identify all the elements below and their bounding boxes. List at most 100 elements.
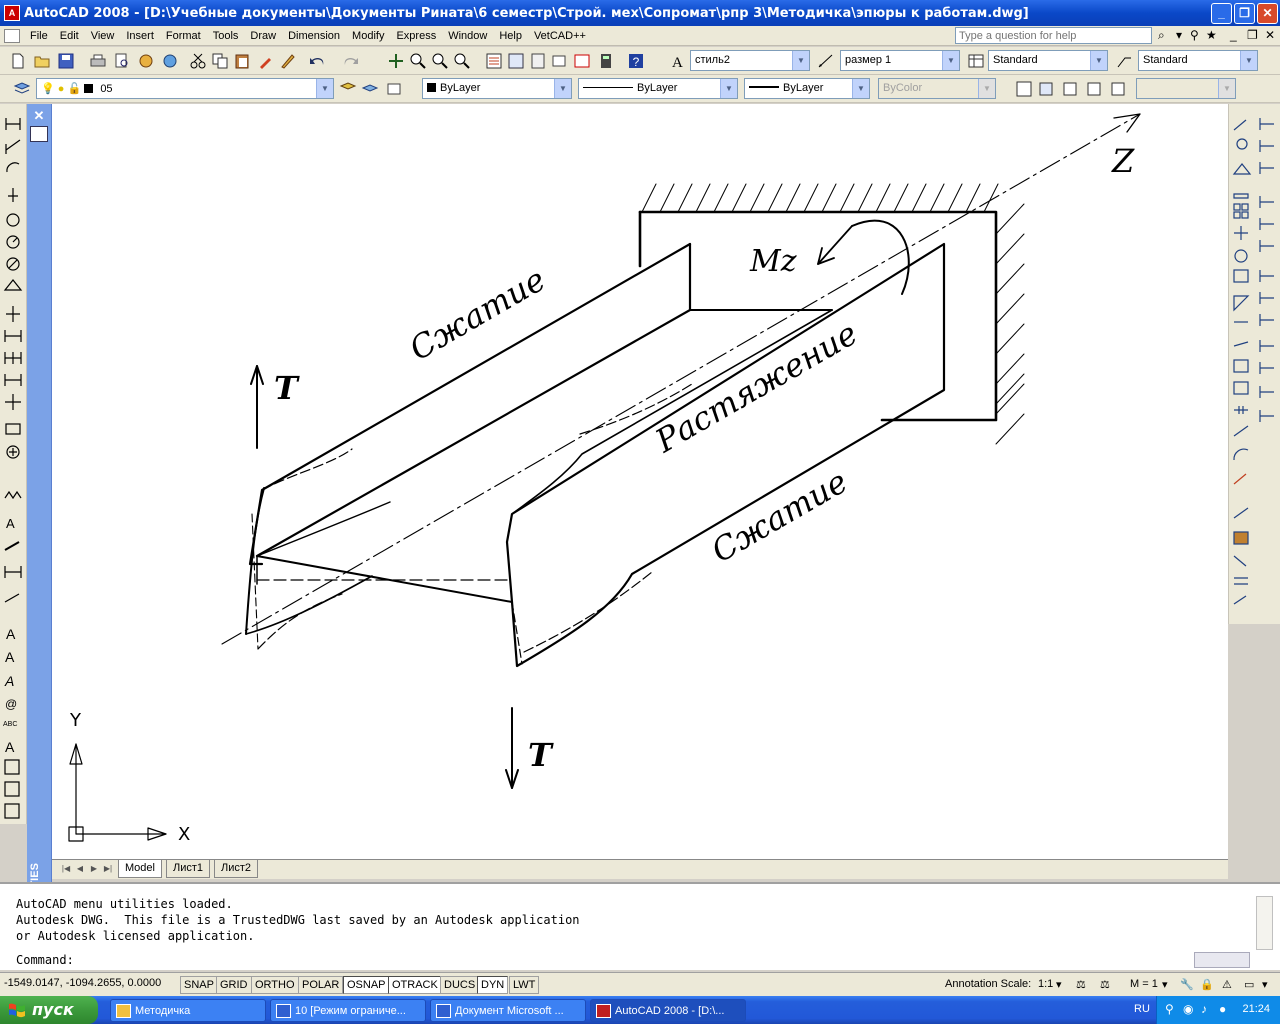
menu-dimension[interactable]: Dimension — [282, 27, 346, 45]
color-combo[interactable]: ByLayer ▼ — [422, 78, 572, 99]
status-tray-icon[interactable]: ⚠ — [1222, 978, 1232, 991]
scale-text-icon[interactable] — [3, 758, 23, 778]
save-icon[interactable] — [56, 51, 76, 71]
clean-screen-icon[interactable]: ▭ — [1244, 978, 1254, 991]
apply-ucs-icon[interactable] — [1259, 406, 1279, 426]
menu-vetcad[interactable]: VetCAD++ — [528, 27, 592, 45]
layer-previous-icon[interactable] — [360, 79, 380, 99]
make-object-layer-current-icon[interactable] — [338, 79, 358, 99]
text-style-icon[interactable]: A — [668, 51, 688, 71]
multileader-style-combo[interactable]: Standard ▼ — [1138, 50, 1258, 71]
tab-last-icon[interactable]: ▶| — [102, 862, 114, 876]
dimension-text-edit-icon[interactable] — [3, 534, 23, 554]
stretch-icon[interactable] — [1233, 292, 1253, 312]
menu-insert[interactable]: Insert — [120, 27, 160, 45]
undo-icon[interactable] — [308, 51, 328, 71]
design-center-icon[interactable] — [506, 51, 526, 71]
align-leaders-icon[interactable] — [1233, 572, 1253, 592]
drawing-canvas[interactable]: Z Mz T T Сжатие Растяжение Сжатие Y X — [52, 104, 1228, 859]
multileader-icon[interactable] — [1233, 506, 1253, 526]
tab-prev-icon[interactable]: ◀ — [74, 862, 86, 876]
layer-combo[interactable]: 💡 ● 🔓 05 ▼ — [36, 78, 334, 99]
cursor-coordinates[interactable]: -1549.0147, -1094.2655, 0.0000 — [4, 977, 161, 989]
layer-manager-icon[interactable] — [12, 79, 32, 99]
task-word-doc-2[interactable]: Документ Microsoft ... — [430, 999, 586, 1022]
ucs-icon[interactable] — [1259, 114, 1279, 134]
offset-icon[interactable] — [1233, 184, 1253, 204]
table-style-icon[interactable] — [966, 51, 986, 71]
angular-dimension-icon[interactable] — [3, 276, 23, 296]
ucs-z-icon[interactable] — [1259, 382, 1279, 402]
chevron-down-icon[interactable]: ▼ — [942, 51, 959, 70]
match-properties-icon[interactable] — [256, 51, 276, 71]
linetype-combo[interactable]: ByLayer ▼ — [578, 78, 738, 99]
dim-style-icon[interactable] — [816, 51, 836, 71]
palette-options-icon[interactable] — [30, 126, 48, 142]
text-style-combo[interactable]: стиль2 ▼ — [690, 50, 810, 71]
ucs-object-icon[interactable] — [1259, 214, 1279, 234]
join-icon[interactable] — [1233, 402, 1253, 422]
network-icon[interactable]: ⚲ — [1165, 1002, 1174, 1016]
sheet-set-icon[interactable] — [550, 51, 570, 71]
viewport-object-icon[interactable] — [1060, 79, 1080, 99]
doc-restore-button[interactable]: ❐ — [1247, 28, 1258, 42]
tab-sheet1[interactable]: Лист1 — [166, 860, 211, 878]
favorites-star-icon[interactable]: ★ — [1206, 28, 1217, 42]
document-icon[interactable] — [4, 28, 20, 43]
publish-icon[interactable] — [136, 51, 156, 71]
menu-draw[interactable]: Draw — [244, 27, 282, 45]
extend-icon[interactable] — [1233, 336, 1253, 356]
ucs-previous-icon[interactable] — [1259, 158, 1279, 178]
command-prompt[interactable]: Command: — [16, 952, 74, 968]
chevron-down-icon[interactable]: ▼ — [1090, 51, 1107, 70]
mirror-icon[interactable] — [1233, 160, 1253, 180]
chevron-down-icon[interactable]: ▾ — [1162, 978, 1168, 991]
chevron-down-icon[interactable]: ▼ — [792, 51, 809, 70]
ucs-x-icon[interactable] — [1259, 336, 1279, 356]
properties-palette[interactable]: ✕ PROPERTIES — [27, 104, 52, 970]
osnap-toggle[interactable]: OSNAP — [343, 976, 390, 994]
jogged-linear-icon[interactable] — [3, 486, 23, 506]
communication-center-icon[interactable]: ⚲ — [1190, 28, 1199, 42]
ucs-y-icon[interactable] — [1259, 358, 1279, 378]
viewport-clip-icon[interactable] — [1084, 79, 1104, 99]
lineweight-combo[interactable]: ByLayer ▼ — [744, 78, 870, 99]
aligned-dimension-icon[interactable] — [3, 136, 23, 156]
menu-format[interactable]: Format — [160, 27, 207, 45]
ucs-face-icon[interactable] — [1259, 192, 1279, 212]
diameter-dimension-icon[interactable] — [3, 252, 23, 272]
task-word-doc-1[interactable]: 10 [Режим ограниче... — [270, 999, 426, 1022]
chevron-down-icon[interactable]: ▼ — [852, 79, 869, 98]
help-search-input[interactable] — [955, 27, 1152, 44]
plot-printer-icon[interactable] — [88, 51, 108, 71]
properties-icon[interactable] — [484, 51, 504, 71]
menu-help[interactable]: Help — [493, 27, 528, 45]
ducs-toggle[interactable]: DUCS — [440, 976, 480, 994]
cut-scissors-icon[interactable] — [188, 51, 208, 71]
chevron-down-icon[interactable]: ▼ — [720, 79, 737, 98]
annotation-scale-value[interactable]: 1:1 — [1038, 978, 1053, 990]
ortho-toggle[interactable]: ORTHO — [251, 976, 299, 994]
qnew-icon[interactable] — [8, 51, 28, 71]
arc-length-icon[interactable] — [3, 160, 23, 180]
menu-view[interactable]: View — [85, 27, 121, 45]
trim-icon[interactable] — [1233, 314, 1253, 334]
paste-icon[interactable] — [232, 51, 252, 71]
search-icon[interactable]: ⌕ — [1158, 28, 1165, 43]
m-value[interactable]: M = 1 — [1130, 978, 1158, 990]
menu-edit[interactable]: Edit — [54, 27, 85, 45]
chamfer-icon[interactable] — [1233, 424, 1253, 444]
menu-file[interactable]: File — [24, 27, 54, 45]
lock-icon[interactable]: 🔓 — [67, 83, 81, 95]
help-icon[interactable]: ? — [626, 51, 646, 71]
ucs-origin-icon[interactable] — [1259, 266, 1279, 286]
array-icon[interactable] — [1233, 204, 1253, 224]
wrench-icon[interactable]: 🔧 — [1180, 978, 1194, 991]
collect-leaders-icon[interactable] — [1233, 594, 1253, 614]
otrack-toggle[interactable]: OTRACK — [388, 976, 442, 994]
ucs-view-icon[interactable] — [1259, 236, 1279, 256]
viewport-single-icon[interactable] — [1014, 79, 1034, 99]
edit-text-icon[interactable] — [3, 670, 23, 690]
text-style-left-icon[interactable] — [3, 736, 23, 756]
tab-sheet2[interactable]: Лист2 — [214, 860, 259, 878]
